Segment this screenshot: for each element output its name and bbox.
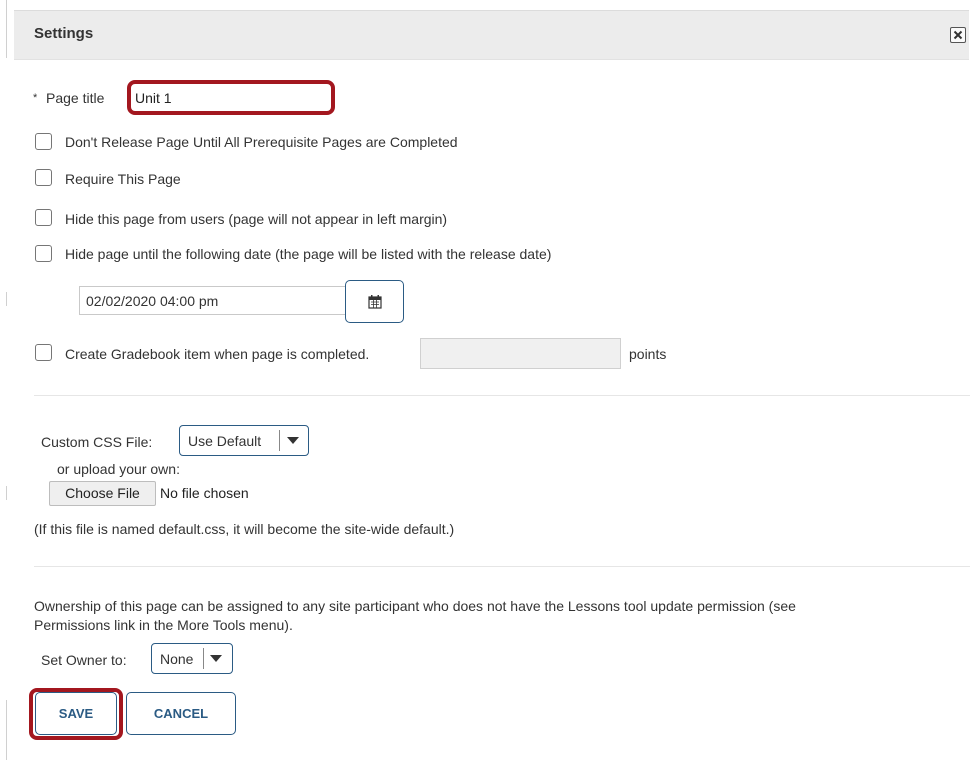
dialog-title: Settings: [34, 25, 94, 42]
save-button[interactable]: SAVE: [35, 692, 117, 735]
section-divider: [34, 395, 970, 396]
ownership-description: Ownership of this page can be assigned t…: [34, 598, 796, 614]
hide-until-date-checkbox[interactable]: [35, 245, 52, 262]
css-note: (If this file is named default.css, it w…: [34, 521, 455, 537]
page-title-input[interactable]: Unit 1: [135, 90, 172, 106]
prerequisite-checkbox[interactable]: [35, 133, 52, 150]
cancel-button[interactable]: CANCEL: [126, 692, 236, 735]
calendar-button[interactable]: [345, 280, 404, 323]
hide-from-users-checkbox[interactable]: [35, 209, 52, 226]
release-date-input[interactable]: [79, 286, 347, 315]
set-owner-label: Set Owner to:: [41, 652, 127, 668]
chevron-down-icon: [287, 437, 299, 444]
window-edge: [6, 292, 7, 306]
section-divider: [34, 566, 970, 567]
no-file-label: No file chosen: [160, 485, 249, 501]
ownership-description-cont: Permissions link in the More Tools menu)…: [34, 617, 293, 633]
gradebook-label: Create Gradebook item when page is compl…: [65, 346, 370, 362]
upload-label: or upload your own:: [57, 461, 180, 477]
custom-css-select-value: Use Default: [188, 433, 262, 449]
close-icon[interactable]: [950, 27, 966, 43]
gradebook-checkbox[interactable]: [35, 344, 52, 361]
owner-select[interactable]: None: [151, 643, 233, 674]
calendar-icon: [368, 295, 382, 309]
require-page-checkbox[interactable]: [35, 169, 52, 186]
dialog-header: Settings: [14, 10, 969, 60]
page-title-label: Page title: [46, 90, 105, 106]
points-label: points: [629, 346, 667, 362]
select-divider: [279, 430, 280, 451]
hide-from-users-label: Hide this page from users (page will not…: [65, 211, 448, 227]
choose-file-button[interactable]: Choose File: [49, 481, 156, 506]
window-edge: [6, 0, 7, 58]
window-edge: [6, 486, 7, 500]
chevron-down-icon: [210, 655, 222, 662]
owner-select-value: None: [160, 651, 194, 667]
custom-css-label: Custom CSS File:: [41, 434, 153, 450]
require-page-label: Require This Page: [65, 171, 181, 187]
window-edge: [6, 700, 7, 760]
custom-css-select[interactable]: Use Default: [179, 425, 309, 456]
points-input[interactable]: [420, 338, 621, 369]
prerequisite-label: Don't Release Page Until All Prerequisit…: [65, 134, 458, 150]
required-mark: *: [33, 92, 38, 104]
select-divider: [203, 648, 204, 669]
hide-until-date-label: Hide page until the following date (the …: [65, 246, 552, 262]
